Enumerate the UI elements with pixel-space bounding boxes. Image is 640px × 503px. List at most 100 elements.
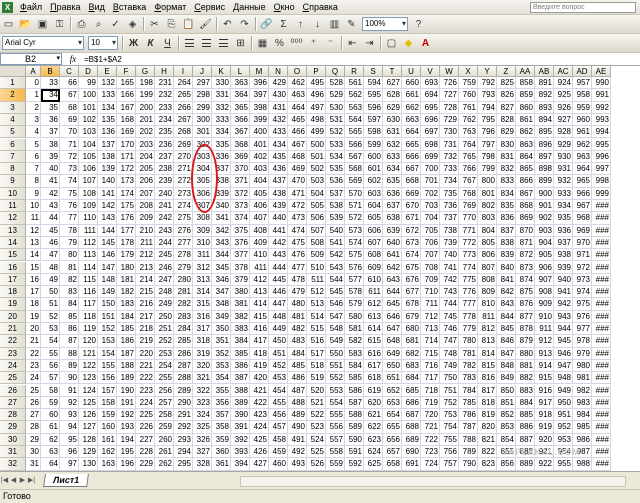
cell[interactable]: 761 <box>459 101 478 114</box>
cell[interactable]: 374 <box>231 212 250 225</box>
cell[interactable]: 586 <box>345 384 364 397</box>
cell[interactable]: 509 <box>307 249 326 262</box>
cell[interactable]: ### <box>592 372 611 385</box>
cell[interactable]: 393 <box>231 446 250 459</box>
cell[interactable]: 784 <box>459 384 478 397</box>
cell[interactable]: 994 <box>592 126 611 139</box>
cell[interactable]: 967 <box>573 200 592 213</box>
cell[interactable]: 847 <box>497 347 516 360</box>
cell[interactable]: 485 <box>288 359 307 373</box>
cell[interactable]: 322 <box>193 384 212 397</box>
cell[interactable]: 385 <box>231 347 250 360</box>
cell[interactable]: 135 <box>98 113 117 127</box>
cell[interactable]: 612 <box>364 298 383 311</box>
cell[interactable]: 846 <box>497 335 516 348</box>
cell[interactable]: 576 <box>345 261 364 274</box>
cell[interactable]: 102 <box>79 113 98 127</box>
active-cell[interactable]: 34 <box>41 89 60 102</box>
cell[interactable]: 206 <box>136 175 155 188</box>
cell[interactable]: 926 <box>554 101 573 114</box>
cell[interactable]: 730 <box>440 126 459 139</box>
cell[interactable]: 582 <box>345 335 364 348</box>
cell[interactable]: 642 <box>383 261 402 274</box>
cell[interactable]: 501 <box>307 150 326 164</box>
cell[interactable]: 756 <box>440 446 459 459</box>
cell[interactable]: 848 <box>497 359 516 373</box>
cell[interactable]: 162 <box>98 446 117 459</box>
cell[interactable]: ### <box>592 446 611 459</box>
cell[interactable]: 314 <box>193 286 212 299</box>
cell[interactable]: 567 <box>345 150 364 164</box>
cell[interactable]: 965 <box>573 175 592 188</box>
cell[interactable]: 486 <box>288 372 307 385</box>
cell[interactable]: 341 <box>212 212 231 225</box>
cell[interactable]: 19 <box>26 310 41 323</box>
cell[interactable]: 83 <box>60 286 79 299</box>
cell[interactable]: 545 <box>326 286 345 299</box>
cell[interactable]: 403 <box>250 163 269 176</box>
cell[interactable]: ### <box>592 212 611 225</box>
cell[interactable]: 483 <box>288 335 307 348</box>
cell[interactable]: 79 <box>60 236 79 250</box>
cell[interactable]: 275 <box>174 212 193 225</box>
cell[interactable]: 306 <box>193 187 212 200</box>
column-header-v[interactable]: V <box>421 66 440 77</box>
cell[interactable]: 186 <box>117 335 136 348</box>
cell[interactable]: 44 <box>41 212 60 225</box>
cell[interactable]: 221 <box>136 359 155 373</box>
cell[interactable]: 394 <box>231 458 250 471</box>
cell[interactable]: 89 <box>60 359 79 373</box>
cell[interactable]: 561 <box>345 77 364 90</box>
cell[interactable]: 951 <box>554 409 573 422</box>
cell[interactable]: 604 <box>364 200 383 213</box>
cell[interactable]: 265 <box>174 89 193 102</box>
cell[interactable]: 528 <box>326 77 345 90</box>
cell[interactable]: 876 <box>516 298 535 311</box>
cell[interactable]: 583 <box>345 347 364 360</box>
cell[interactable]: 381 <box>231 298 250 311</box>
column-header-f[interactable]: F <box>117 66 136 77</box>
cell[interactable]: 526 <box>307 458 326 471</box>
cell[interactable]: 595 <box>364 89 383 102</box>
cell[interactable]: 670 <box>402 200 421 213</box>
cell[interactable]: 36 <box>41 113 60 127</box>
cell[interactable]: 242 <box>155 212 174 225</box>
column-header-l[interactable]: L <box>231 66 250 77</box>
cell[interactable]: 84 <box>60 298 79 311</box>
cell[interactable]: 445 <box>269 273 288 287</box>
cell[interactable]: 367 <box>231 126 250 139</box>
cell[interactable]: 605 <box>364 212 383 225</box>
formula-input[interactable]: =B$1+$A2 <box>84 55 122 64</box>
cell[interactable]: ### <box>592 433 611 446</box>
cell[interactable]: 294 <box>174 446 193 459</box>
cell[interactable]: 154 <box>98 347 117 360</box>
column-header-c[interactable]: C <box>60 66 79 77</box>
cell[interactable]: 315 <box>193 298 212 311</box>
cell[interactable]: 182 <box>117 286 136 299</box>
cell[interactable]: 68 <box>60 101 79 114</box>
cell[interactable]: 81 <box>60 261 79 274</box>
cell[interactable]: 218 <box>136 323 155 336</box>
cell[interactable]: 736 <box>440 200 459 213</box>
cut-icon[interactable]: ✂ <box>147 17 162 32</box>
cell[interactable]: 308 <box>193 212 212 225</box>
cell[interactable]: 832 <box>497 163 516 176</box>
last-sheet-icon[interactable]: ▶| <box>27 476 36 486</box>
cell[interactable]: 39 <box>41 150 60 164</box>
cell[interactable]: 789 <box>459 446 478 459</box>
cell[interactable]: ### <box>592 298 611 311</box>
cell[interactable]: 689 <box>402 433 421 446</box>
cell[interactable]: 177 <box>117 224 136 237</box>
cell[interactable]: 533 <box>326 138 345 151</box>
cell[interactable]: 211 <box>136 236 155 250</box>
cell[interactable]: 462 <box>288 77 307 90</box>
cell[interactable]: 816 <box>478 372 497 385</box>
cell[interactable]: 606 <box>364 224 383 237</box>
cell[interactable]: 914 <box>535 359 554 373</box>
cell[interactable]: 442 <box>269 236 288 250</box>
cell[interactable]: 427 <box>250 458 269 471</box>
spelling-icon[interactable]: ✓ <box>108 17 123 32</box>
cell[interactable]: 480 <box>288 298 307 311</box>
cell[interactable]: 411 <box>250 261 269 274</box>
cell[interactable]: 157 <box>98 384 117 397</box>
